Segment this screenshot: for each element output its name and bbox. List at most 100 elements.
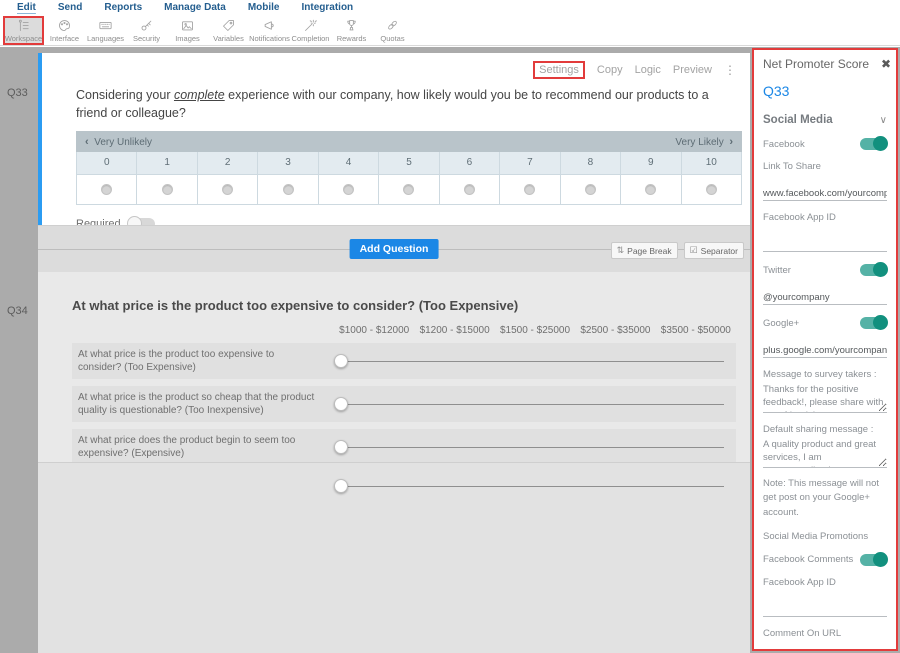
menu-edit[interactable]: Edit <box>6 2 47 13</box>
twitter-label: Twitter <box>763 265 791 276</box>
nps-scale-header: ‹ Very Unlikely Very Likely › <box>76 131 742 152</box>
chevron-right-icon[interactable]: › <box>729 136 733 148</box>
nps-radio-cell <box>258 175 318 204</box>
keyboard-icon <box>98 18 113 33</box>
nps-radio[interactable] <box>222 184 233 195</box>
column-spacer <box>72 325 334 336</box>
toolbar-quotas[interactable]: Quotas <box>372 16 413 45</box>
facebook-link-input[interactable] <box>763 186 887 201</box>
slider-track[interactable] <box>346 404 724 405</box>
facebook-label: Facebook <box>763 139 805 150</box>
nps-number: 0 <box>77 152 137 174</box>
facebook-app-id2-input[interactable] <box>763 602 887 617</box>
toolbar-languages[interactable]: Languages <box>85 16 126 45</box>
toolbar-languages-label: Languages <box>87 34 124 43</box>
nps-radio[interactable] <box>343 184 354 195</box>
question-code-q33: Q33 <box>7 87 28 99</box>
chevron-down-icon[interactable]: ∨ <box>880 115 887 126</box>
slider-handle[interactable] <box>334 397 348 411</box>
toolbar-notifications[interactable]: Notifications <box>249 16 290 45</box>
survey-workspace: Q33 Q34 Settings Copy Logic Preview ⋮ Co… <box>0 47 900 653</box>
slider-track[interactable] <box>346 486 724 487</box>
slider-track[interactable] <box>346 361 724 362</box>
scale-right-anchor: Very Likely › <box>675 136 733 148</box>
key-icon <box>139 18 154 33</box>
twitter-row: Twitter <box>763 264 887 276</box>
toolbar-rewards-label: Rewards <box>337 34 367 43</box>
google-label: Google+ <box>763 318 799 329</box>
edit-toolbar: Workspace Interface Languages Security I… <box>0 15 900 46</box>
menu-mobile[interactable]: Mobile <box>237 2 291 13</box>
panel-question-id[interactable]: Q33 <box>763 83 887 99</box>
nps-radio-cell <box>77 175 137 204</box>
toolbar-notifications-label: Notifications <box>249 34 290 43</box>
question-gutter: Q33 Q34 <box>0 47 38 653</box>
toolbar-workspace[interactable]: Workspace <box>3 16 44 45</box>
nps-number: 3 <box>258 152 318 174</box>
slider-row-label: At what price does the product begin to … <box>78 434 334 460</box>
palette-icon <box>57 18 72 33</box>
facebook-toggle[interactable] <box>860 138 887 150</box>
menubar: Edit Send Reports Manage Data Mobile Int… <box>0 0 900 15</box>
nps-radio[interactable] <box>101 184 112 195</box>
toolbar-images[interactable]: Images <box>167 16 208 45</box>
page-break-button[interactable]: ⇅Page Break <box>611 242 678 259</box>
nps-radio[interactable] <box>403 184 414 195</box>
app-root: Edit Send Reports Manage Data Mobile Int… <box>0 0 900 653</box>
default-sharing-message-textarea[interactable]: A quality product and great services, I … <box>763 439 887 468</box>
google-url-input[interactable] <box>763 343 887 358</box>
q34-title[interactable]: At what price is the product too expensi… <box>72 298 736 313</box>
panel-title: Net Promoter Score <box>763 57 869 71</box>
nps-number: 5 <box>379 152 439 174</box>
more-options-icon[interactable]: ⋮ <box>724 63 736 77</box>
nps-radio[interactable] <box>464 184 475 195</box>
facebook-comments-toggle[interactable] <box>860 554 887 566</box>
default-sharing-message-label: Default sharing message : <box>763 424 887 435</box>
menu-manage-data[interactable]: Manage Data <box>153 2 237 13</box>
nps-radio[interactable] <box>283 184 294 195</box>
toggle-knob <box>873 262 888 277</box>
close-icon[interactable]: ✖ <box>881 57 891 71</box>
toolbar-security[interactable]: Security <box>126 16 167 45</box>
slider-handle[interactable] <box>334 479 348 493</box>
question-card-q34: At what price is the product too expensi… <box>38 272 750 462</box>
logic-button[interactable]: Logic <box>635 64 661 76</box>
add-question-button[interactable]: Add Question <box>350 239 439 259</box>
slider-handle[interactable] <box>334 354 348 368</box>
nps-number: 2 <box>198 152 258 174</box>
twitter-toggle[interactable] <box>860 264 887 276</box>
toolbar-rewards[interactable]: Rewards <box>331 16 372 45</box>
preview-button[interactable]: Preview <box>673 64 712 76</box>
separator-button[interactable]: ☑Separator <box>684 242 744 259</box>
chevron-left-icon[interactable]: ‹ <box>85 136 89 148</box>
copy-button[interactable]: Copy <box>597 64 623 76</box>
nps-radio[interactable] <box>706 184 717 195</box>
slider-row: At what price does the product begin to … <box>72 429 736 465</box>
price-column: $3500 - $50000 <box>656 325 736 336</box>
links-icon <box>385 18 400 33</box>
question-text[interactable]: Considering your complete experience wit… <box>76 86 716 122</box>
menu-send[interactable]: Send <box>47 2 93 13</box>
social-media-section[interactable]: Social Media ∨ <box>763 114 887 126</box>
slider-handle[interactable] <box>334 440 348 454</box>
nps-radio[interactable] <box>524 184 535 195</box>
google-toggle[interactable] <box>860 317 887 329</box>
settings-button[interactable]: Settings <box>533 61 585 79</box>
settings-panel: Net Promoter Score ✖ Q33 Social Media ∨ … <box>752 48 898 651</box>
nps-radio[interactable] <box>162 184 173 195</box>
nps-radio[interactable] <box>645 184 656 195</box>
toolbar-variables[interactable]: Variables <box>208 16 249 45</box>
menu-integration[interactable]: Integration <box>291 2 365 13</box>
toolbar-quotas-label: Quotas <box>380 34 404 43</box>
slider-track[interactable] <box>346 447 724 448</box>
facebook-app-id-label: Facebook App ID <box>763 212 887 223</box>
toolbar-completion[interactable]: Completion <box>290 16 331 45</box>
facebook-app-id-input[interactable] <box>763 237 887 252</box>
google-row: Google+ <box>763 317 887 329</box>
message-to-survey-takers-textarea[interactable]: Thanks for the positive feedback!, pleas… <box>763 384 887 413</box>
twitter-handle-input[interactable] <box>763 290 887 305</box>
toolbar-interface[interactable]: Interface <box>44 16 85 45</box>
menu-reports[interactable]: Reports <box>93 2 153 13</box>
nps-number: 9 <box>621 152 681 174</box>
nps-radio[interactable] <box>585 184 596 195</box>
